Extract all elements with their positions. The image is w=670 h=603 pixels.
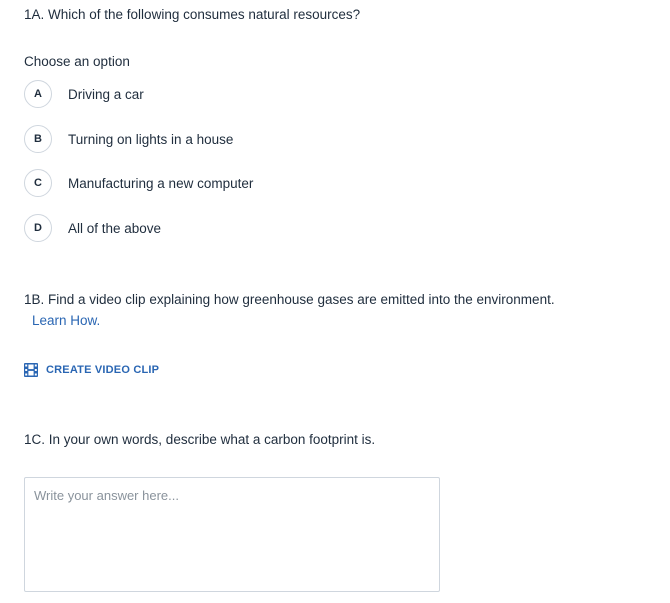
option-a[interactable]: A Driving a car [24, 79, 144, 109]
option-b[interactable]: B Turning on lights in a house [24, 124, 233, 154]
question-1c-text: 1C. In your own words, describe what a c… [24, 432, 376, 447]
option-b-label[interactable]: Turning on lights in a house [68, 132, 233, 147]
choose-option-prompt: Choose an option [24, 54, 130, 69]
option-d-label[interactable]: All of the above [68, 221, 161, 236]
option-c-label[interactable]: Manufacturing a new computer [68, 176, 253, 191]
option-b-badge[interactable]: B [24, 125, 52, 153]
answer-textarea[interactable] [24, 477, 440, 592]
question-1b-text: 1B. Find a video clip explaining how gre… [24, 292, 555, 307]
option-c-badge[interactable]: C [24, 169, 52, 197]
film-icon [24, 363, 38, 377]
option-c[interactable]: C Manufacturing a new computer [24, 168, 253, 198]
option-a-badge[interactable]: A [24, 80, 52, 108]
option-a-label[interactable]: Driving a car [68, 87, 144, 102]
option-d[interactable]: D All of the above [24, 213, 161, 243]
learn-how-link[interactable]: Learn How. [32, 313, 100, 328]
create-video-clip-button[interactable]: CREATE VIDEO CLIP [24, 363, 159, 377]
option-d-badge[interactable]: D [24, 214, 52, 242]
question-1a-text: 1A. Which of the following consumes natu… [24, 7, 361, 22]
create-video-clip-label[interactable]: CREATE VIDEO CLIP [46, 364, 159, 376]
